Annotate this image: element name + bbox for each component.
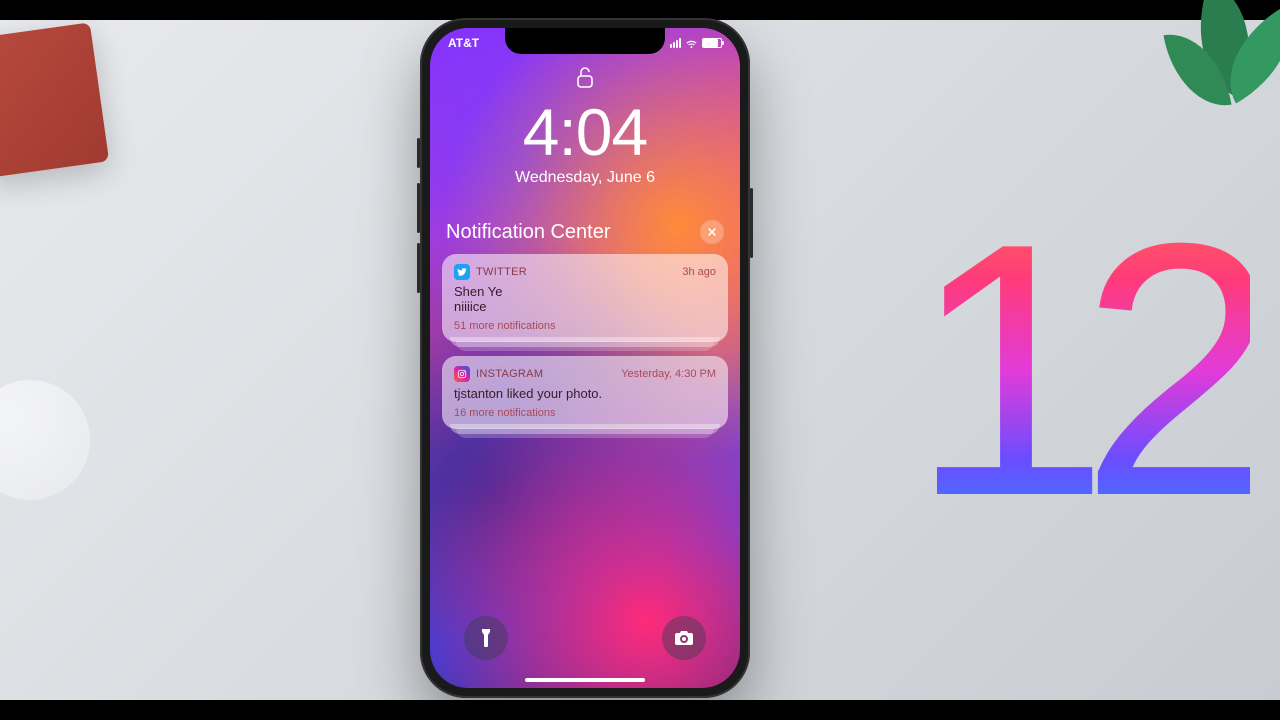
notification-center-title: Notification Center <box>446 221 611 244</box>
letterbox-top <box>0 0 1280 20</box>
notification-body: niiiice <box>454 299 716 314</box>
phone-screen[interactable]: AT&T 4:04 Wednesday, June 6 Notification… <box>430 28 740 688</box>
unlock-icon <box>576 66 594 95</box>
notch <box>505 28 665 54</box>
lock-screen-header: 4:04 Wednesday, June 6 <box>430 66 740 187</box>
prop-plant <box>1140 0 1280 170</box>
twitter-icon <box>454 264 470 280</box>
mute-switch[interactable] <box>417 138 420 168</box>
wifi-icon <box>685 38 698 48</box>
power-button[interactable] <box>750 188 753 258</box>
flashlight-button[interactable] <box>464 616 508 660</box>
notification-body: tjstanton liked your photo. <box>454 386 716 401</box>
home-indicator[interactable] <box>525 678 645 682</box>
notification-more: 51 more notifications <box>454 320 716 332</box>
carrier-label: AT&T <box>448 36 479 50</box>
volume-up-button[interactable] <box>417 183 420 233</box>
volume-down-button[interactable] <box>417 243 420 293</box>
notification-time: Yesterday, 4:30 PM <box>621 368 716 380</box>
notification-app-name: INSTAGRAM <box>476 368 543 380</box>
lock-time: 4:04 <box>430 99 740 165</box>
notification-more: 16 more notifications <box>454 407 716 419</box>
signal-icon <box>670 38 681 48</box>
notification-time: 3h ago <box>682 266 716 278</box>
instagram-icon <box>454 366 470 382</box>
camera-button[interactable] <box>662 616 706 660</box>
notification-list: TWITTER 3h ago Shen Ye niiiice 51 more n… <box>442 254 728 429</box>
prop-earbud <box>0 380 90 500</box>
battery-icon <box>702 38 722 48</box>
clear-all-button[interactable] <box>700 220 724 244</box>
notification-card[interactable]: TWITTER 3h ago Shen Ye niiiice 51 more n… <box>442 254 728 342</box>
notification-title: Shen Ye <box>454 284 716 299</box>
notification-app-name: TWITTER <box>476 266 527 278</box>
phone-frame: AT&T 4:04 Wednesday, June 6 Notification… <box>420 18 750 698</box>
lock-date: Wednesday, June 6 <box>430 169 740 187</box>
letterbox-bottom <box>0 700 1280 720</box>
notification-card[interactable]: INSTAGRAM Yesterday, 4:30 PM tjstanton l… <box>442 356 728 429</box>
prop-book <box>0 22 109 177</box>
ios-version-label: 12 <box>910 190 1250 550</box>
